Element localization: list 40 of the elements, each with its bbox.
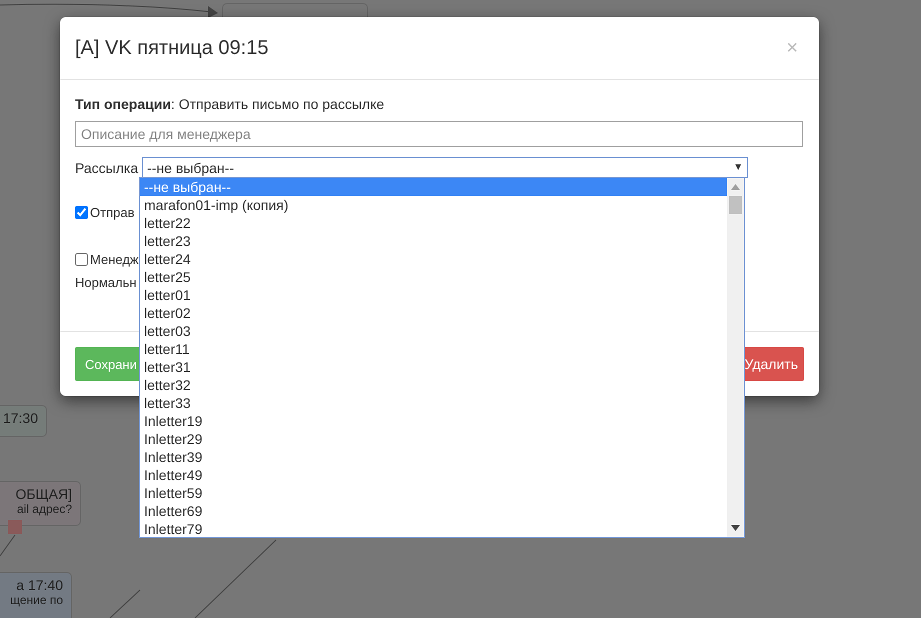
dropdown-option[interactable]: Inletter79 xyxy=(140,520,727,538)
checkbox-label: Менедж xyxy=(90,252,139,266)
scroll-up-icon[interactable] xyxy=(731,184,740,190)
node-text: 17:30 xyxy=(2,410,38,426)
description-field[interactable]: Описание для менеджера xyxy=(75,121,803,147)
dropdown-option[interactable]: --не выбран-- xyxy=(140,178,727,196)
status-text: Нормальн xyxy=(75,275,137,292)
scrollbar-thumb[interactable] xyxy=(729,196,742,214)
caret-icon: ▼ xyxy=(733,162,744,173)
dropdown-option[interactable]: letter01 xyxy=(140,286,727,304)
dropdown-option[interactable]: letter25 xyxy=(140,268,727,286)
node-text: щение по xyxy=(10,593,63,607)
scrollbar[interactable] xyxy=(727,178,744,537)
operation-type-text: Тип операции: Отправить письмо по рассылке xyxy=(75,95,386,113)
dropdown-option[interactable]: letter03 xyxy=(140,322,727,340)
dropdown-option[interactable]: Inletter49 xyxy=(140,466,727,484)
dropdown-option[interactable]: letter33 xyxy=(140,394,727,412)
checkbox[interactable] xyxy=(75,206,88,218)
node-text: а 17:40 xyxy=(16,577,63,593)
dropdown-option[interactable]: Inletter19 xyxy=(140,412,727,430)
dropdown-option[interactable]: letter02 xyxy=(140,304,727,322)
dialog-title: [A] VK пятница 09:15 xyxy=(75,36,268,60)
dropdown-option[interactable]: Inletter29 xyxy=(140,430,727,448)
checkbox[interactable] xyxy=(75,252,88,266)
connector-line xyxy=(0,534,16,556)
dropdown-option[interactable]: letter23 xyxy=(140,232,727,250)
dropdown-option[interactable]: Inletter59 xyxy=(140,484,727,502)
node-text: ОБЩАЯ] xyxy=(15,486,72,502)
connector-handle[interactable] xyxy=(8,520,22,534)
dropdown-option[interactable]: Inletter39 xyxy=(140,448,727,466)
dropdown-option[interactable]: letter22 xyxy=(140,214,727,232)
scroll-down-icon[interactable] xyxy=(731,525,740,531)
dropdown-option[interactable]: letter24 xyxy=(140,250,727,268)
arrow-head-icon xyxy=(208,6,218,18)
dropdown-option[interactable]: marafon01-imp (копия) xyxy=(140,196,727,214)
connector-line xyxy=(110,590,140,618)
node-text: ail адрес? xyxy=(16,502,72,516)
checkbox-label: Отправ xyxy=(90,204,134,220)
dropdown-option[interactable]: Inletter69 xyxy=(140,502,727,520)
mailing-label: Рассылка xyxy=(75,160,138,176)
